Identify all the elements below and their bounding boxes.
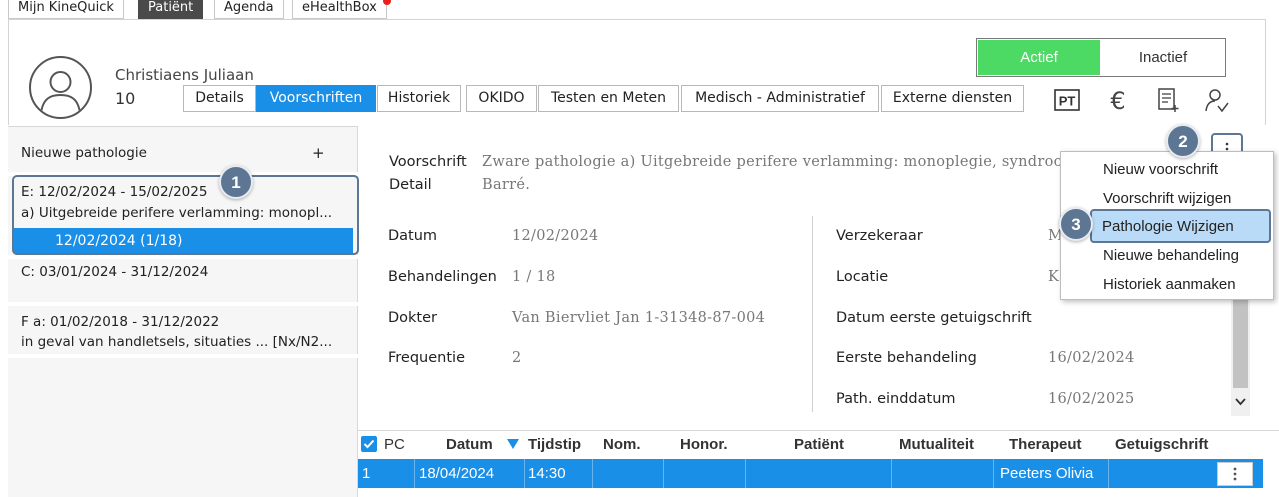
status-inactief-button[interactable]: Inactief <box>1101 40 1225 75</box>
subtab-testen-en-meten[interactable]: Testen en Meten <box>538 85 679 112</box>
menu-item-pathologie-wijzigen[interactable]: Pathologie Wijzigen <box>1090 209 1271 243</box>
path-einddatum-value: 16/02/2025 <box>1048 391 1135 407</box>
datum-value: 12/02/2024 <box>512 228 599 244</box>
behandelingen-value: 1 / 18 <box>512 269 556 285</box>
menu-item-nieuwe-behandeling[interactable]: Nieuwe behandeling <box>1103 247 1239 264</box>
detail-label: Detail <box>389 177 432 193</box>
patient-name: Christiaens Juliaan <box>115 66 254 84</box>
menu-item-voorschrift-wijzigen[interactable]: Voorschrift wijzigen <box>1103 190 1231 207</box>
euro-icon-text: € <box>1110 87 1125 114</box>
locatie-label: Locatie <box>836 269 889 285</box>
tab-ehealthbox[interactable]: eHealthBox <box>292 0 391 19</box>
user-settings-icon[interactable] <box>1202 86 1230 114</box>
subtab-historiek[interactable]: Historiek <box>377 85 461 112</box>
cell-divider <box>1108 459 1109 488</box>
new-pathology-label[interactable]: Nieuwe pathologie <box>21 145 147 161</box>
col-header-honor[interactable]: Honor. <box>680 436 728 453</box>
euro-icon[interactable]: € <box>1104 86 1132 115</box>
cell-divider <box>663 459 664 488</box>
col-header-therapeut[interactable]: Therapeut <box>1009 436 1082 453</box>
cell-pc: 1 <box>362 465 371 482</box>
menu-item-historiek-aanmaken[interactable]: Historiek aanmaken <box>1103 276 1236 293</box>
dokter-value: Van Biervliet Jan 1-31348-87-004 <box>512 310 766 326</box>
col-header-pc[interactable]: PC <box>384 436 405 453</box>
cell-divider <box>745 459 746 488</box>
col-header-patient[interactable]: Patiënt <box>794 436 844 453</box>
frequentie-label: Frequentie <box>388 350 465 366</box>
pathology-item-c[interactable]: C: 03/01/2024 - 31/12/2024 <box>21 264 208 280</box>
callout-badge-1: 1 <box>219 165 253 199</box>
subtab-details[interactable]: Details <box>183 85 256 112</box>
cell-divider <box>891 459 892 488</box>
select-all-checkbox[interactable] <box>361 436 377 452</box>
cell-divider <box>592 459 593 488</box>
eerste-behandeling-value: 16/02/2024 <box>1048 350 1135 366</box>
subtab-externe-diensten[interactable]: Externe diensten <box>881 85 1024 112</box>
locatie-value: K <box>1048 269 1060 285</box>
divider <box>8 255 358 259</box>
cell-divider <box>993 459 994 488</box>
datum-label: Datum <box>388 228 438 244</box>
cell-therapeut: Peeters Olivia <box>1000 465 1094 482</box>
chevron-down-icon[interactable] <box>1235 398 1246 406</box>
col-header-nom[interactable]: Nom. <box>603 436 641 453</box>
tab-mijn-kinequick[interactable]: Mijn KineQuick <box>8 0 124 19</box>
column-divider <box>812 216 813 412</box>
dokter-label: Dokter <box>388 310 438 326</box>
sort-desc-icon[interactable] <box>506 438 520 450</box>
tab-agenda[interactable]: Agenda <box>214 0 284 19</box>
subtab-medisch-administratief[interactable]: Medisch - Administratief <box>681 85 879 112</box>
pt-icon[interactable]: PT <box>1053 86 1081 114</box>
col-header-getuigschrift[interactable]: Getuigschrift <box>1115 436 1208 453</box>
divider <box>8 354 358 358</box>
verzekeraar-label: Verzekeraar <box>836 228 923 244</box>
status-toggle: Actief Inactief <box>976 38 1226 77</box>
subtab-voorschriften[interactable]: Voorschriften <box>256 85 376 112</box>
col-header-datum[interactable]: Datum <box>446 436 493 453</box>
behandelingen-label: Behandelingen <box>388 269 497 285</box>
callout-badge-3: 3 <box>1059 207 1093 241</box>
path-einddatum-label: Path. einddatum <box>836 391 956 407</box>
cell-tijdstip: 14:30 <box>528 465 566 482</box>
checkmark-icon <box>363 439 375 449</box>
status-actief-button[interactable]: Actief <box>978 40 1100 75</box>
callout-highlight-1 <box>12 175 359 255</box>
tab-ehealthbox-label: eHealthBox <box>302 0 377 15</box>
subtab-okido[interactable]: OKIDO <box>466 85 537 112</box>
pathology-description: in geval van handletsels, situaties ... … <box>21 334 333 350</box>
voorschrift-text: Zware pathologie a) Uitgebreide perifere… <box>482 154 1100 170</box>
cell-divider <box>524 459 525 488</box>
col-header-mutualiteit[interactable]: Mutualiteit <box>899 436 974 453</box>
cell-divider <box>414 459 415 488</box>
frequentie-value: 2 <box>512 350 522 366</box>
menu-item-nieuw-voorschrift[interactable]: Nieuw voorschrift <box>1103 161 1218 178</box>
cell-datum: 18/04/2024 <box>419 465 495 482</box>
divider <box>8 302 358 306</box>
datum-eerste-getuigschrift-label: Datum eerste getuigschrift <box>836 310 1032 326</box>
callout-badge-2: 2 <box>1166 124 1200 158</box>
more-vertical-icon <box>1233 467 1237 481</box>
add-pathology-button[interactable]: + <box>312 144 325 162</box>
row-more-button[interactable] <box>1217 462 1253 486</box>
document-add-icon[interactable] <box>1154 86 1182 114</box>
eerste-behandeling-label: Eerste behandeling <box>836 350 977 366</box>
voorschrift-text-cont: Barré. <box>482 177 531 193</box>
avatar <box>29 56 92 119</box>
patient-number: 10 <box>115 89 136 108</box>
voorschrift-label: Voorschrift <box>389 154 467 170</box>
col-header-tijdstip[interactable]: Tijdstip <box>528 436 581 453</box>
pt-icon-text: PT <box>1059 94 1076 109</box>
menu-item-label: Pathologie Wijzigen <box>1102 218 1234 235</box>
pathology-date-range: F a: 01/02/2018 - 31/12/2022 <box>21 314 220 330</box>
notification-dot <box>382 0 391 5</box>
tab-patient[interactable]: Patiënt <box>138 0 204 19</box>
